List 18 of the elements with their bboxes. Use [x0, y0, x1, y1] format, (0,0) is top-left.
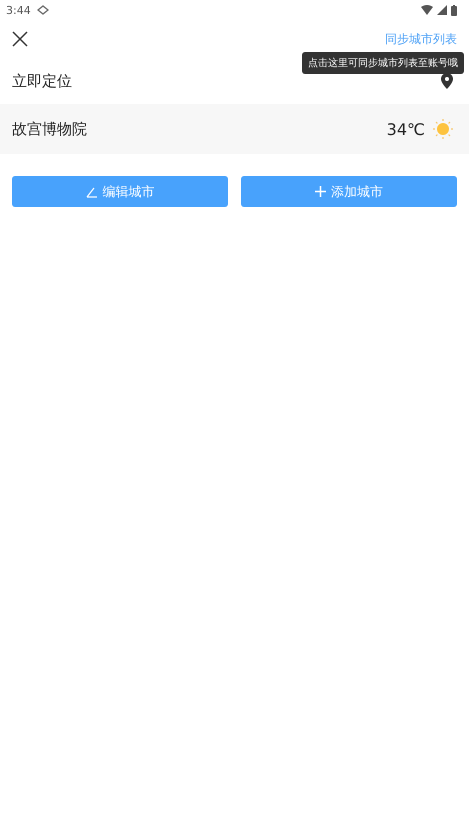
- sun-icon: [433, 119, 453, 139]
- wifi-icon: [421, 5, 433, 15]
- close-icon[interactable]: [12, 31, 28, 47]
- notification-icon: [36, 5, 49, 15]
- sync-link[interactable]: 同步城市列表: [385, 30, 457, 48]
- tooltip: 点击这里可同步城市列表至账号哦: [302, 52, 464, 74]
- city-row[interactable]: 故宫博物院 34℃: [0, 104, 469, 154]
- signal-icon: [437, 5, 447, 15]
- edit-icon: [86, 186, 98, 198]
- action-button[interactable]: 编辑城市: [12, 176, 228, 207]
- locate-label[interactable]: 立即定位: [12, 72, 72, 90]
- battery-icon: [451, 4, 457, 16]
- status-time: 3:44: [6, 4, 31, 16]
- city-name: 故宫博物院: [12, 120, 87, 138]
- temperature: 34℃: [386, 120, 425, 138]
- action-button[interactable]: 添加城市: [241, 176, 457, 207]
- location-pin-icon[interactable]: [441, 73, 453, 89]
- plus-icon: [315, 186, 326, 197]
